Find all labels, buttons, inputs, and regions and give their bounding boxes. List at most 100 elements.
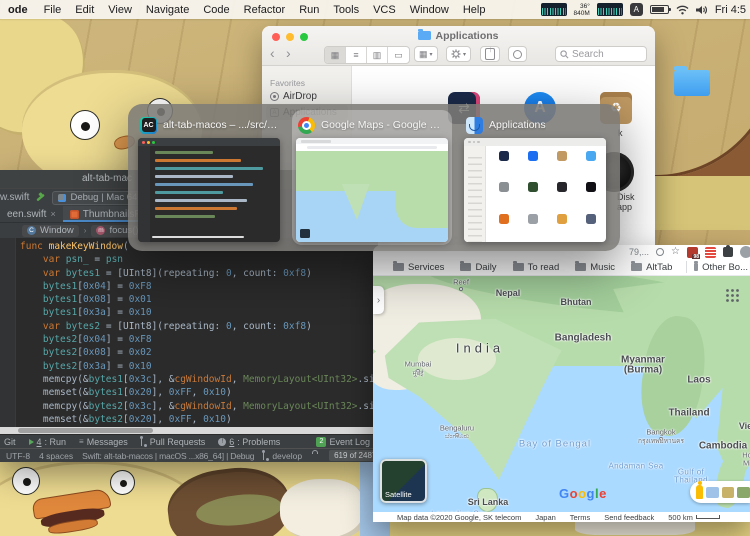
imagery-thumbnail[interactable] (722, 487, 735, 498)
menu-view[interactable]: View (108, 4, 132, 16)
extensions-menu-icon[interactable] (723, 247, 733, 257)
group-button[interactable]: ▦▾ (414, 46, 438, 62)
map-links: Japan Terms Send feedback (535, 513, 654, 522)
page-action-icon[interactable] (656, 248, 664, 256)
finder-title-bar[interactable]: Applications ‹ › ▦ ≡ ▥ ▭ ▦▾ ▾ ↑ Se (262, 26, 655, 66)
event-log-button[interactable]: 2Event Log (316, 437, 370, 447)
forward-button[interactable]: › (286, 45, 291, 61)
build-hammer-icon[interactable] (35, 192, 46, 203)
imagery-thumbnail[interactable] (706, 487, 719, 498)
menu-vcs[interactable]: VCS (373, 4, 396, 16)
pull-requests-tool-button[interactable]: Pull Requests (141, 437, 206, 447)
menu-navigate[interactable]: Navigate (146, 4, 189, 16)
map-label: India (456, 341, 504, 356)
scrollbar-thumb[interactable] (18, 428, 153, 433)
git-branch-indicator[interactable]: develop (263, 451, 302, 461)
menu-tools[interactable]: Tools (333, 4, 359, 16)
info-icon: ! (218, 438, 226, 446)
imagery-thumbnail[interactable] (737, 487, 750, 498)
tab-een-swift[interactable]: een.swift× (0, 206, 63, 222)
close-tab-icon[interactable]: × (50, 209, 55, 219)
indent-indicator[interactable]: 4 spaces (39, 451, 73, 461)
search-field[interactable]: Search (555, 46, 647, 62)
share-button[interactable]: ↑ (480, 46, 500, 62)
map-label: Viet (739, 421, 750, 431)
folder-icon (513, 263, 524, 271)
map-label: Mumbai (405, 360, 432, 369)
extension-icon[interactable] (705, 247, 716, 258)
bookmark-daily[interactable]: Daily (460, 262, 496, 273)
code-line: memcpy(&bytes2[0x3c], &cgWindowId, Memor… (20, 400, 378, 413)
map-link-send-feedback[interactable]: Send feedback (604, 513, 654, 522)
git-tool-button[interactable]: Git (4, 437, 16, 447)
app-menu-name[interactable]: ode (8, 4, 28, 16)
folder-icon (418, 31, 431, 40)
code-line: var bytes1 = [UInt8](repeating: 0, count… (20, 267, 378, 280)
menu-refactor[interactable]: Refactor (244, 4, 286, 16)
bookmark-music[interactable]: Music (575, 262, 615, 273)
other-bookmarks[interactable]: Other Bo... (686, 261, 748, 273)
profile-avatar[interactable] (740, 246, 750, 258)
side-panel-toggle[interactable]: › (373, 286, 384, 314)
map-canvas[interactable]: ReefNepalBhutanBangladeshIndiaMumbaiमुंब… (373, 276, 750, 512)
run-tool-button[interactable]: 4: Run (29, 437, 67, 447)
map-link-japan[interactable]: Japan (535, 513, 555, 522)
view-gallery-button[interactable]: ▭ (388, 47, 409, 63)
volume-icon[interactable] (696, 5, 708, 15)
battery-icon[interactable] (650, 5, 669, 14)
breadcrumb-window[interactable]: CWindow (22, 225, 79, 237)
folder-icon[interactable] (674, 70, 710, 96)
menu-run[interactable]: Run (299, 4, 319, 16)
address-bar-text[interactable]: 79,... (629, 247, 649, 257)
bookmark-services[interactable]: Services (393, 262, 444, 273)
pegman-bar[interactable] (690, 481, 750, 503)
map-label: Sri Lanka (468, 497, 509, 507)
code-editor-area[interactable]: func makeKeyWindow( var psn_ = psn var b… (0, 238, 378, 434)
google-apps-icon[interactable] (725, 288, 740, 303)
pegman-icon[interactable] (696, 485, 703, 499)
menu-edit[interactable]: Edit (75, 4, 94, 16)
menu-window[interactable]: Window (410, 4, 449, 16)
map-label: ಬೆಂಗಳೂರು (445, 433, 469, 441)
action-menu-button[interactable]: ▾ (446, 46, 471, 62)
tag-button[interactable] (508, 46, 527, 62)
editor-thumb-lines (155, 151, 275, 230)
view-list-button[interactable]: ≡ (346, 47, 367, 63)
bookmark-to-read[interactable]: To read (513, 262, 560, 273)
switcher-item-chrome[interactable]: Google Maps - Google Chr... (292, 110, 452, 245)
cpu-graph-widget[interactable] (541, 3, 567, 16)
sidebar-item-airdrop[interactable]: AirDrop (266, 89, 348, 104)
bookmark-star-icon[interactable]: ☆ (671, 247, 680, 257)
stats-readout[interactable]: 36°840M (574, 3, 590, 17)
encoding-indicator[interactable]: UTF-8 (6, 451, 30, 461)
problems-tool-button[interactable]: !6: Problems (218, 437, 280, 447)
window-title: Applications (262, 30, 655, 42)
extension-icon[interactable]: 98 (687, 247, 698, 258)
context-indicator: Swift: alt-tab-macos | macOS ...x86_64] … (82, 451, 254, 461)
satellite-toggle[interactable]: Satellite (380, 459, 427, 503)
folder-icon (575, 263, 586, 271)
window-thumbnail (296, 138, 448, 242)
network-graph-widget[interactable] (597, 3, 623, 16)
view-columns-button[interactable]: ▥ (367, 47, 388, 63)
editor-status-bar: UTF-8 4 spaces Swift: alt-tab-macos | ma… (0, 448, 378, 462)
horizontal-scrollbar (0, 427, 378, 434)
menu-file[interactable]: File (44, 4, 62, 16)
code-line: memset(&bytes1[0x20], 0xFF, 0x10) (20, 386, 378, 399)
map-link-terms[interactable]: Terms (570, 513, 590, 522)
switcher-item-finder[interactable]: Applications (460, 110, 610, 245)
desktop: Applications ‹ › ▦ ≡ ▥ ▭ ▦▾ ▾ ↑ Se (0, 0, 750, 536)
switcher-item-appcode[interactable]: AC alt-tab-macos – .../src/logic... (134, 110, 284, 245)
wifi-icon[interactable] (676, 5, 689, 15)
view-icons-button[interactable]: ▦ (325, 47, 346, 63)
menu-code[interactable]: Code (203, 4, 229, 16)
code-line: bytes1[0x3a] = 0x10 (20, 306, 378, 319)
menu-bar-clock[interactable]: Fri 4:5 (715, 4, 746, 16)
keyboard-layout-indicator[interactable]: A (630, 3, 643, 16)
back-button[interactable]: ‹ (270, 45, 275, 61)
messages-tool-button[interactable]: ≡Messages (79, 437, 128, 447)
chrome-icon (298, 117, 315, 134)
bookmark-alttab[interactable]: AltTab (631, 262, 672, 273)
nav-bar-file[interactable]: w.swift (0, 192, 29, 203)
menu-help[interactable]: Help (463, 4, 486, 16)
